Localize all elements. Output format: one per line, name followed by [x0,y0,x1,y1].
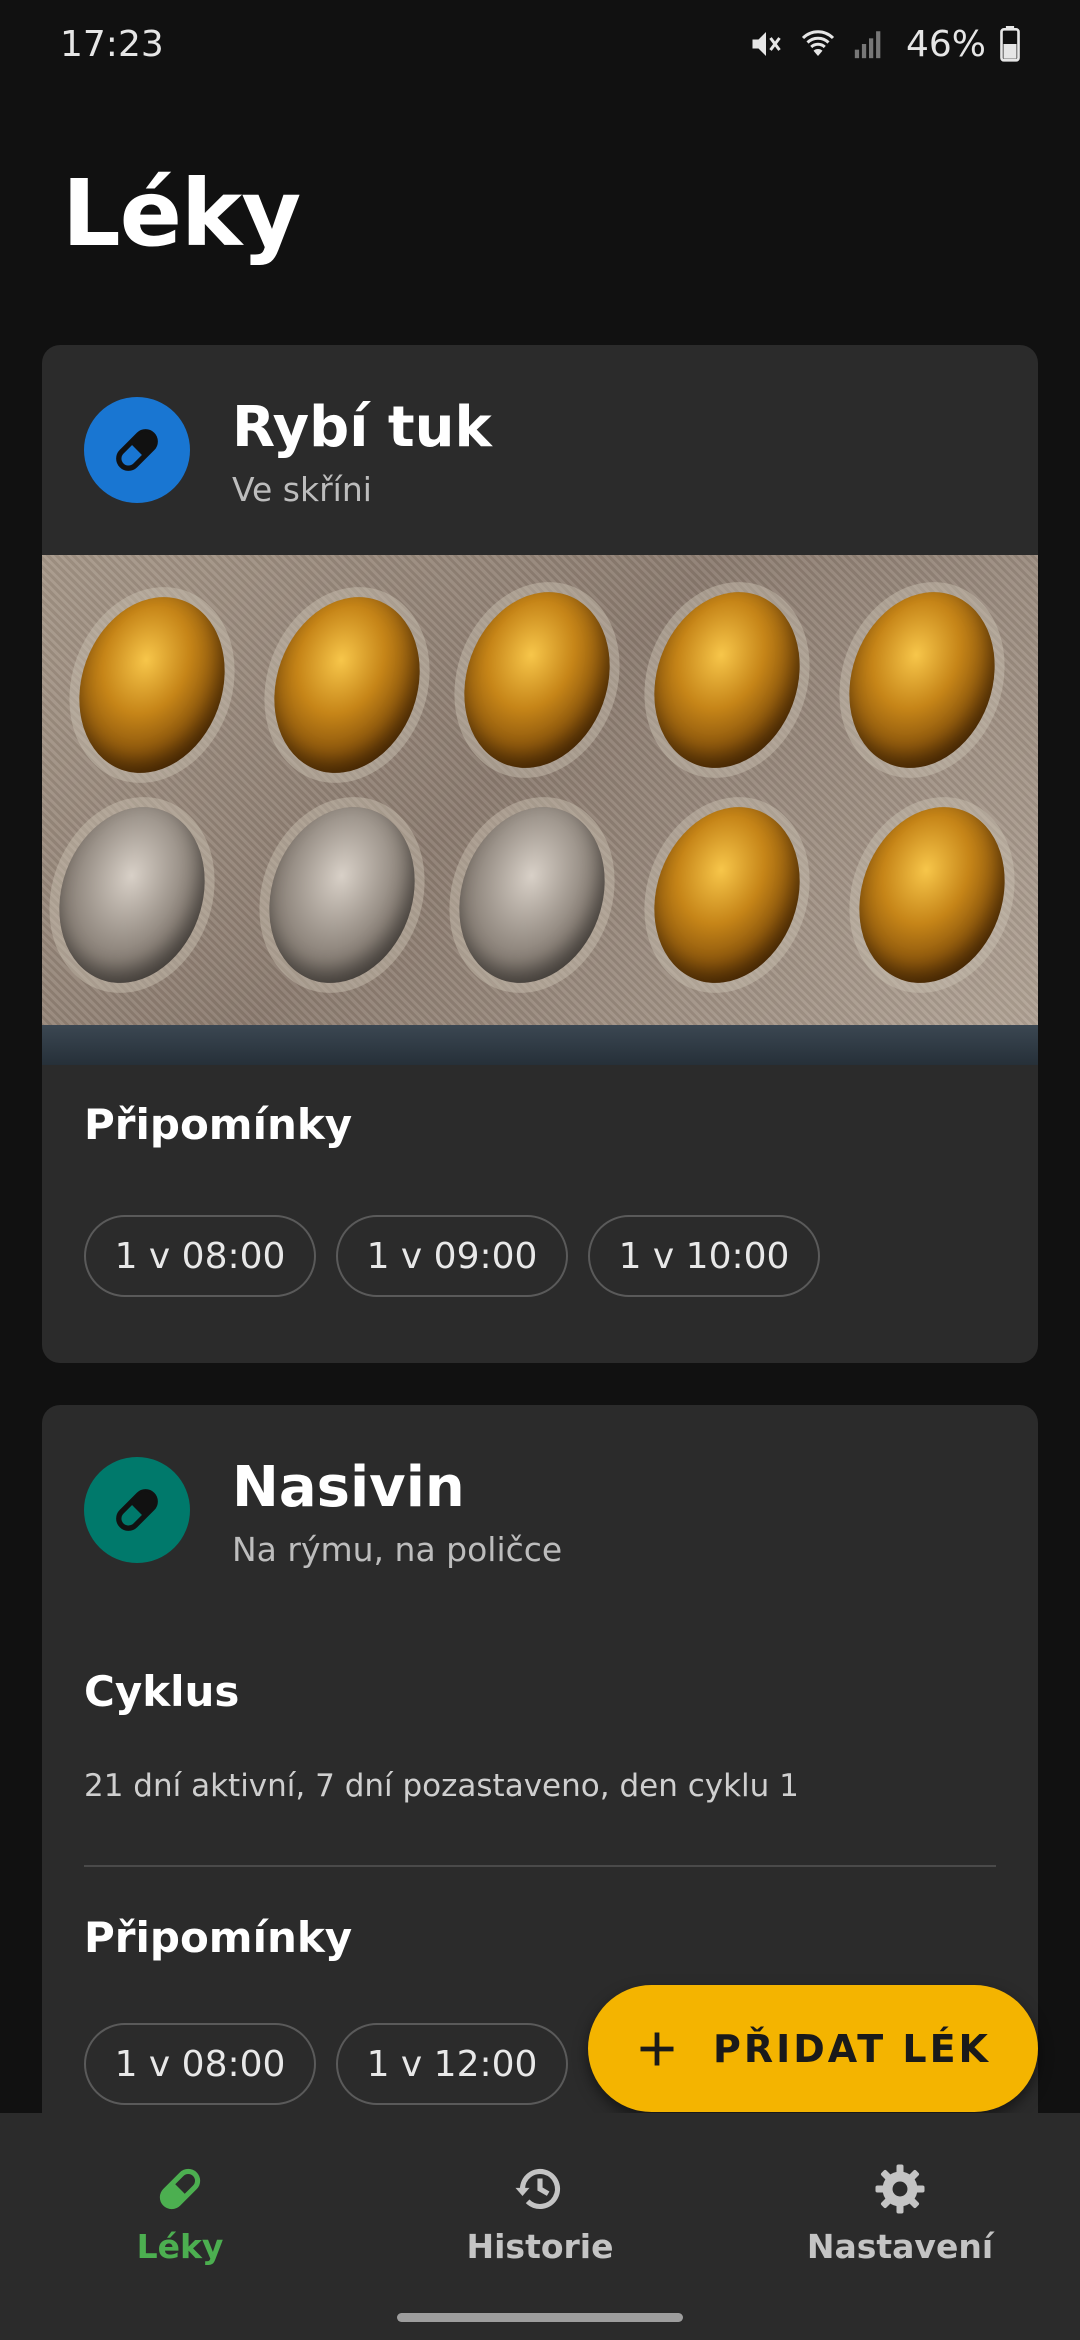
plus-icon [640,2032,674,2065]
section-divider [84,1865,996,1867]
battery-icon [1000,26,1020,62]
status-icons: 46% [748,24,1020,65]
gesture-handle[interactable] [397,2313,683,2322]
status-bar: 17:23 46% [0,0,1080,88]
pill-icon [159,2168,201,2209]
nav-item-medications[interactable]: Léky [0,2113,360,2313]
reminder-chip[interactable]: 1 v 08:00 [84,1215,316,1297]
medication-name: Nasivin [232,1455,465,1520]
reminder-chip[interactable]: 1 v 12:00 [336,2023,568,2105]
blister-pack-photo [42,555,1038,1065]
battery-percent: 46% [905,23,986,65]
nav-label: Historie [466,2226,614,2266]
page-title: Léky [62,160,301,267]
reminder-chip[interactable]: 1 v 09:00 [336,1215,568,1297]
status-time: 17:23 [60,23,164,65]
cycle-description: 21 dní aktivní, 7 dní pozastaveno, den c… [84,1768,799,1804]
nav-label: Nastavení [806,2226,994,2266]
reminders-title: Připomínky [84,1100,353,1149]
reminder-chip[interactable]: 1 v 08:00 [84,2023,316,2105]
medication-card[interactable]: Rybí tuk Ve skříni Připomínky 1 v 08:00 … [42,345,1038,1363]
mute-icon [752,32,781,56]
wifi-icon [801,30,835,56]
pill-icon [116,1489,158,1531]
pill-icon [116,429,158,471]
cycle-title: Cyklus [84,1667,240,1716]
medication-avatar [84,397,190,503]
add-medication-label: PŘIDAT LÉK [712,2026,992,2071]
medication-header: Rybí tuk Ve skříni [42,345,1038,555]
gear-icon [875,2164,925,2213]
nav-item-history[interactable]: Historie [360,2113,720,2313]
medication-header: Nasivin Na rýmu, na poličce [42,1405,1038,1615]
medication-location: Na rýmu, na poličce [232,1530,563,1569]
add-medication-button[interactable]: PŘIDAT LÉK [588,1985,1038,2112]
signal-icon [854,31,881,59]
bottom-navigation: Léky Historie Nastavení [0,2113,1080,2340]
nav-item-settings[interactable]: Nastavení [720,2113,1080,2313]
reminder-chip[interactable]: 1 v 10:00 [588,1215,820,1297]
nav-label: Léky [136,2226,224,2266]
history-icon [515,2168,561,2209]
reminders-title: Připomínky [84,1913,353,1962]
medication-avatar [84,1457,190,1563]
medication-name: Rybí tuk [232,395,492,460]
medication-location: Ve skříni [232,470,372,509]
